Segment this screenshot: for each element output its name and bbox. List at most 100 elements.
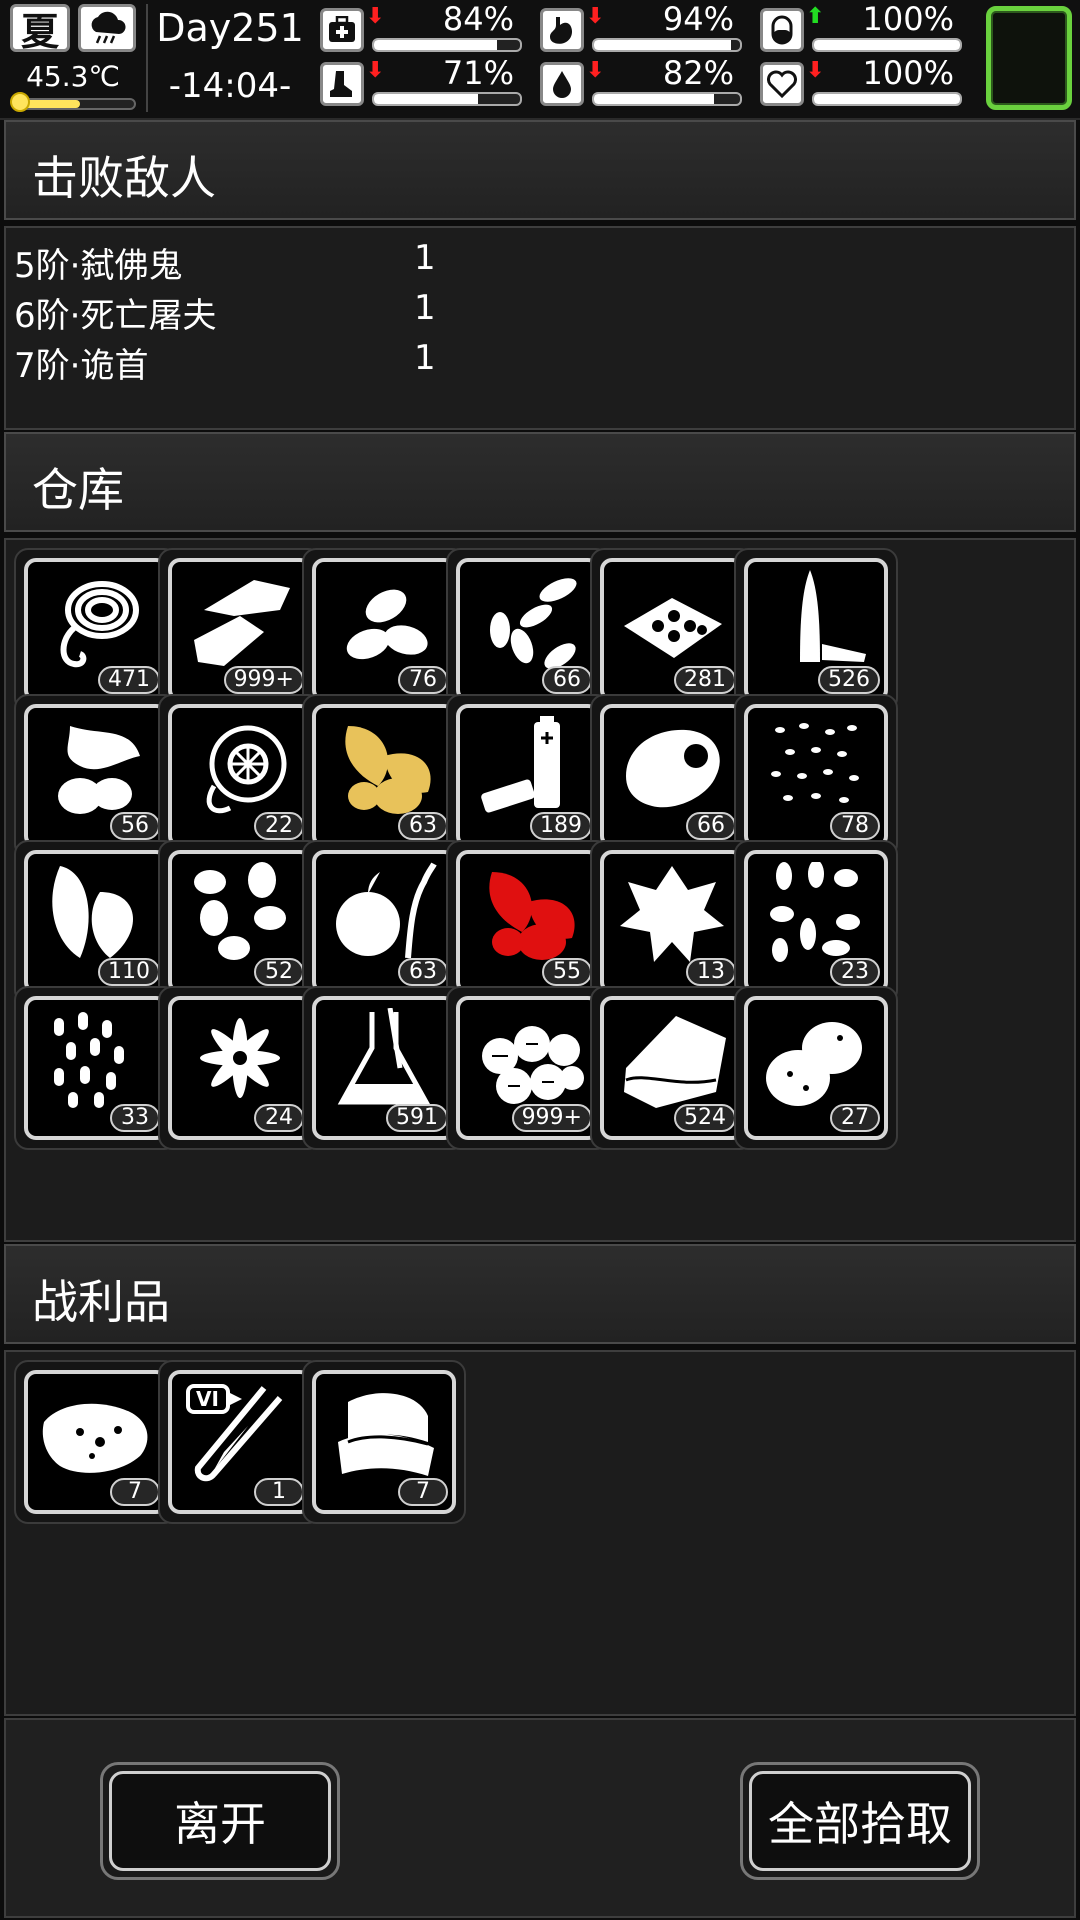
defeated-header: 击败敌人 [4,120,1076,220]
potato-icon [766,1022,862,1106]
item-slot[interactable]: 66 [446,548,610,712]
stat-bar-fill [374,40,497,50]
item-count-badge: 13 [686,958,736,986]
red-leaves-icon [489,872,575,960]
stat-bar-fill [594,94,714,104]
item-slot[interactable]: 27 [734,986,898,1150]
meat-icon [626,729,720,808]
thermometer-icon [10,92,30,112]
item-slot-frame: 55 [456,850,600,994]
item-count-badge: 24 [254,1104,304,1132]
item-slot[interactable]: 591 [302,986,466,1150]
item-slot[interactable]: 471 [14,548,178,712]
item-slot-frame: 24 [168,996,312,1140]
item-count-badge: 22 [254,812,304,840]
item-slot-frame: 63 [312,850,456,994]
item-slot[interactable]: VI 1 [158,1360,322,1524]
item-slot-frame: 999+ [168,558,312,702]
boot-icon [320,62,364,106]
fabric-icon [624,1016,726,1108]
item-count-badge: 471 [98,666,160,694]
character-portrait-button[interactable] [986,6,1072,110]
stamina-percent: 71% [442,54,514,92]
hud-divider [146,4,148,112]
arrow-up-icon: ⬆ [806,4,825,29]
stat-thirst: ⬇ 82% [540,54,750,110]
item-slot[interactable]: 52 [158,840,322,1004]
beans-icon [194,862,286,960]
item-slot[interactable]: 110 [14,840,178,1004]
item-slot-frame: 999+ [456,996,600,1140]
game-clock: -14:04- [168,66,292,106]
item-slot[interactable]: 63 [302,840,466,1004]
item-slot[interactable]: 23 [734,840,898,1004]
item-slot[interactable]: 76 [302,548,466,712]
stat-mood: ⬇ 100% [760,54,970,110]
day-counter: Day251 [156,6,304,50]
item-count-badge: 23 [830,958,880,986]
stat-hunger: ⬇ 94% [540,0,750,56]
item-count-badge: 63 [398,958,448,986]
item-count-badge: 999+ [511,1104,592,1132]
item-slot-frame: 66 [456,558,600,702]
item-slot[interactable]: 13 [590,840,754,1004]
item-count-badge: 66 [686,812,736,840]
pill-icon [760,8,804,52]
item-slot[interactable]: 66 [590,694,754,858]
item-count-badge: 524 [674,1104,736,1132]
leaf-icon [52,866,133,958]
enemy-row: 6阶·死亡屠夫 1 [14,288,514,337]
item-slot[interactable]: 189 [446,694,610,858]
health-bar [372,38,522,52]
item-slot[interactable]: 55 [446,840,610,1004]
tier-label: VI [196,1387,219,1411]
item-count-badge: 76 [398,666,448,694]
item-slot[interactable]: 999+ [158,548,322,712]
loot-grid[interactable]: 7 VI 1 7 [4,1350,1076,1716]
thirst-bar [592,92,742,106]
item-slot-frame: 524 [600,996,744,1140]
item-count-badge: 110 [98,958,160,986]
item-slot[interactable]: 22 [158,694,322,858]
arrow-down-icon: ⬇ [586,58,605,83]
item-slot[interactable]: 24 [158,986,322,1150]
item-slot[interactable]: 524 [590,986,754,1150]
item-count-badge: 591 [386,1104,448,1132]
item-count-badge: 63 [398,812,448,840]
item-slot[interactable]: 78 [734,694,898,858]
herb-pods-icon [58,726,140,814]
stat-health: ⬇ 84% [320,0,530,56]
item-slot[interactable]: 7 [14,1360,178,1524]
item-count-badge: 55 [542,958,592,986]
almond-icon [346,589,428,660]
sprouts-icon [770,862,860,962]
item-count-badge: 27 [830,1104,880,1132]
arrow-down-icon: ⬇ [806,58,825,83]
flask-icon [337,1008,431,1105]
item-slot[interactable]: 526 [734,548,898,712]
defeated-title: 击败敌人 [32,151,216,205]
leave-button-label: 离开 [109,1771,331,1871]
sliced-fruit-icon [206,725,287,814]
arrow-down-icon: ⬇ [586,4,605,29]
sanity-percent: 100% [862,0,954,38]
item-count-badge: 999+ [223,666,304,694]
item-slot-frame: 66 [600,704,744,848]
item-count-badge: 66 [542,666,592,694]
item-count-badge: 52 [254,958,304,986]
warehouse-grid[interactable]: 471 999+ 76 66 281 526 56 22 63 189 66 78 110 52 63 55 1… [4,538,1076,1242]
item-slot[interactable]: 999+ [446,986,610,1150]
item-slot[interactable]: 281 [590,548,754,712]
item-slot[interactable]: 56 [14,694,178,858]
status-hud: 夏 45.3℃ Day251 -14:04- ⬇ 84% ⬇ 94% ⬆ 100… [0,0,1080,120]
loot-title: 战利品 [32,1275,170,1329]
item-slot[interactable]: 33 [14,986,178,1150]
take-all-button[interactable]: 全部拾取 [740,1762,980,1880]
item-slot[interactable]: 63 [302,694,466,858]
item-slot-frame: 22 [168,704,312,848]
item-slot[interactable]: 7 [302,1360,466,1524]
defeated-list: 5阶·弑佛鬼 1 6阶·死亡屠夫 1 7阶·诡首 1 [4,226,1076,430]
leave-button[interactable]: 离开 [100,1762,340,1880]
stat-bar-fill [594,40,732,50]
item-slot-frame: 110 [24,850,168,994]
